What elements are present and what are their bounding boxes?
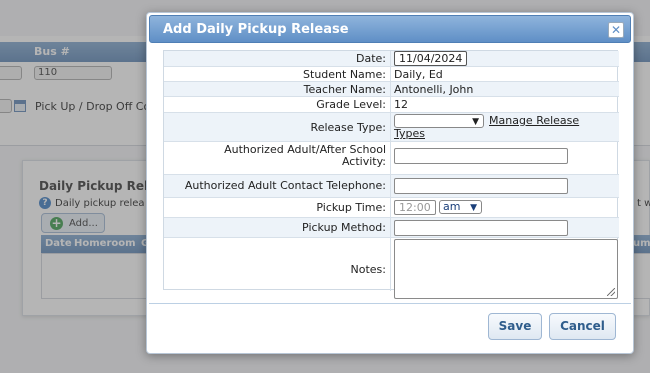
pickup-method-label: Pickup Method: <box>302 221 386 234</box>
grade-level-value: 12 <box>394 98 408 111</box>
pickup-time-label: Pickup Time: <box>316 201 386 214</box>
dialog-titlebar[interactable]: Add Daily Pickup Release ✕ <box>149 15 631 43</box>
chevron-down-icon: ▼ <box>470 203 477 213</box>
resize-grip-icon[interactable] <box>607 288 615 296</box>
manage-release-types-link[interactable]: Manage Release <box>489 114 579 127</box>
ampm-selected: am <box>443 200 461 213</box>
pickup-method-input[interactable] <box>394 220 568 236</box>
row-teacher-name: Teacher Name: Antonelli, John <box>164 82 619 97</box>
student-name-label: Student Name: <box>303 68 386 81</box>
date-input[interactable]: 11/04/2024 <box>394 51 467 66</box>
row-release-type: Release Type: ▼ Manage Release Types <box>164 113 619 142</box>
contact-telephone-label: Authorized Adult Contact Telephone: <box>184 179 386 192</box>
row-contact-telephone: Authorized Adult Contact Telephone: <box>164 175 619 198</box>
dialog-title: Add Daily Pickup Release <box>163 22 349 37</box>
teacher-name-value: Antonelli, John <box>394 83 474 96</box>
row-student-name: Student Name: Daily, Ed <box>164 67 619 82</box>
footer-divider <box>149 303 631 304</box>
row-date: Date: 11/04/2024 <box>164 51 619 67</box>
pickup-time-input[interactable]: 12:00 <box>394 200 436 215</box>
release-form: Date: 11/04/2024 Student Name: Daily, Ed… <box>163 50 619 299</box>
save-button[interactable]: Save <box>488 313 542 340</box>
add-daily-pickup-release-dialog: Add Daily Pickup Release ✕ Date: 11/04/2… <box>146 12 634 354</box>
notes-textarea[interactable] <box>394 239 618 299</box>
chevron-down-icon: ▼ <box>472 117 479 127</box>
date-label: Date: <box>356 52 386 65</box>
row-authorized-adult: Authorized Adult/After School Activity: <box>164 142 619 175</box>
manage-release-types-link-cont[interactable]: Types <box>394 127 425 140</box>
close-icon[interactable]: ✕ <box>608 22 624 38</box>
authorized-adult-input[interactable] <box>394 148 568 164</box>
row-grade-level: Grade Level: 12 <box>164 97 619 113</box>
authorized-adult-label: Authorized Adult/After School Activity: <box>164 144 390 168</box>
contact-telephone-input[interactable] <box>394 178 568 194</box>
grade-level-label: Grade Level: <box>316 98 386 111</box>
row-notes: Notes: <box>164 238 619 299</box>
student-name-value: Daily, Ed <box>394 68 443 81</box>
notes-label: Notes: <box>350 263 386 276</box>
authorized-adult-label-line2: Activity: <box>341 155 386 168</box>
release-type-select[interactable]: ▼ <box>394 114 484 128</box>
teacher-name-label: Teacher Name: <box>303 83 386 96</box>
cancel-button[interactable]: Cancel <box>549 313 616 340</box>
row-pickup-time: Pickup Time: 12:00 am ▼ <box>164 198 619 218</box>
release-type-label: Release Type: <box>310 121 386 134</box>
ampm-select[interactable]: am ▼ <box>439 200 482 214</box>
row-pickup-method: Pickup Method: <box>164 218 619 238</box>
